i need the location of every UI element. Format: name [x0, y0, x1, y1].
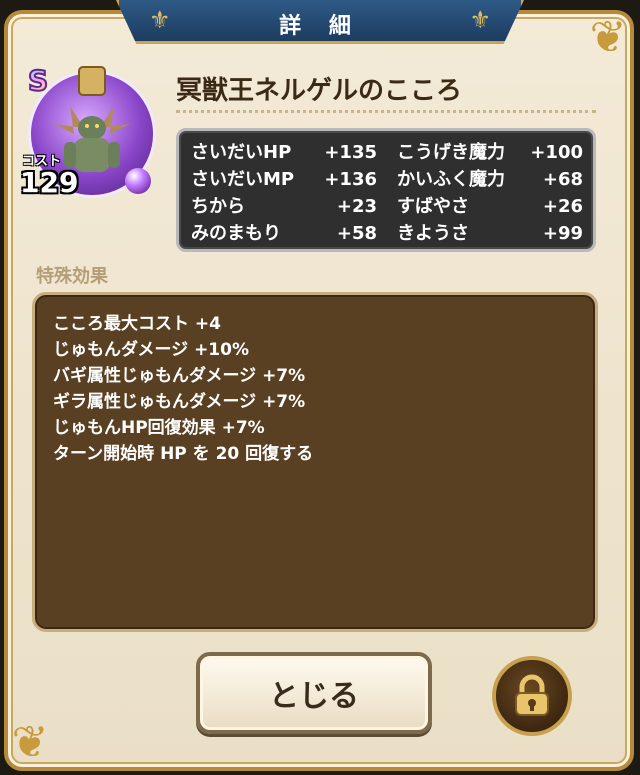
ornament-icon: ❦	[589, 12, 627, 63]
monster-name: 冥獣王ネルゲルのこころ	[176, 76, 463, 106]
effect-line: じゅもんHP回復効果 +7%	[53, 418, 265, 438]
stat-row: さいだいMP +136 かいふく魔力 +68	[179, 166, 593, 194]
stat-value: +26	[542, 196, 583, 217]
effects-label: 特殊効果	[36, 266, 108, 287]
effect-line: こころ最大コスト +4	[53, 314, 221, 334]
stat-value: +135	[324, 142, 377, 163]
stat-name: みのまもり	[191, 223, 281, 244]
effects-box: こころ最大コスト +4 じゅもんダメージ +10% バギ属性じゅもんダメージ +…	[32, 292, 598, 632]
effect-line: バギ属性じゅもんダメージ +7%	[53, 366, 306, 386]
stat-row: さいだいHP +135 こうげき魔力 +100	[179, 139, 593, 167]
dialog-title: 詳 細	[279, 14, 361, 39]
stat-value: +58	[336, 223, 377, 244]
stat-value: +100	[530, 142, 583, 163]
padlock-icon	[515, 674, 549, 716]
stat-row: みのまもり +58 きようさ +99	[179, 220, 593, 248]
cost-value: 129	[20, 166, 79, 199]
close-button[interactable]: とじる	[196, 652, 432, 734]
stat-value: +23	[336, 196, 377, 217]
effect-line: じゅもんダメージ +10%	[53, 340, 250, 360]
fleur-de-lis-icon: ⚜	[469, 6, 491, 34]
stat-value: +136	[324, 169, 377, 190]
title-banner: ⚜ 詳 細 ⚜	[116, 0, 524, 44]
stat-name: さいだいMP	[191, 169, 295, 190]
divider	[176, 110, 596, 113]
rank-badge: S	[27, 63, 49, 98]
stat-name: ちから	[191, 196, 245, 217]
stats-table: さいだいHP +135 こうげき魔力 +100 さいだいMP +136 かいふく…	[176, 128, 596, 252]
stat-value: +99	[542, 223, 583, 244]
lock-button[interactable]	[492, 656, 572, 736]
padlock-icon	[78, 66, 106, 96]
stat-value: +68	[542, 169, 583, 190]
stat-name: すばやさ	[397, 196, 469, 217]
effect-line: ターン開始時 HP を 20 回復する	[53, 444, 314, 464]
stat-name: こうげき魔力	[397, 142, 505, 163]
ornament-icon: ❦	[11, 717, 49, 768]
purple-orb-icon	[125, 168, 151, 194]
stat-name: かいふく魔力	[397, 169, 505, 190]
effect-line: ギラ属性じゅもんダメージ +7%	[53, 392, 306, 412]
stat-row: ちから +23 すばやさ +26	[179, 193, 593, 221]
stat-name: さいだいHP	[191, 142, 292, 163]
stat-name: きようさ	[397, 223, 469, 244]
